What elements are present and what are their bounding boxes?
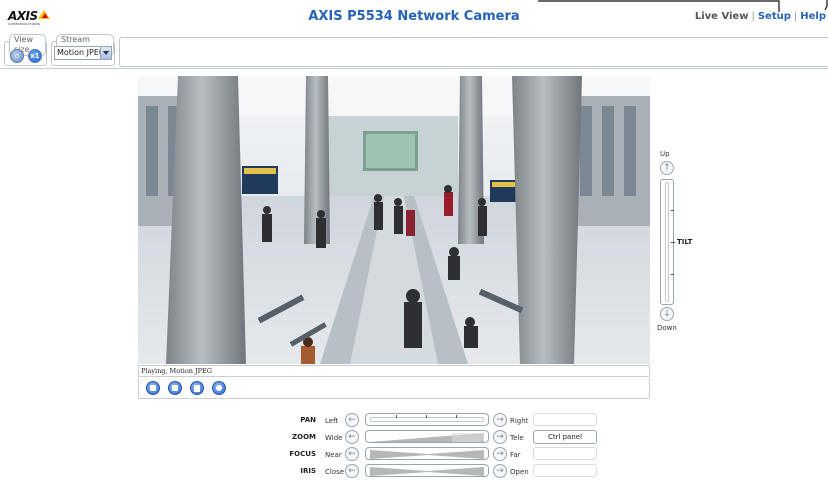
- full-size-icon: x1: [30, 52, 40, 60]
- record-button[interactable]: [190, 381, 204, 395]
- iris-close-label: Close: [325, 468, 345, 476]
- pan-tilt-icon: [216, 385, 222, 391]
- pan-slider-track: [370, 417, 484, 422]
- half-size-button[interactable]: ▫: [10, 49, 24, 63]
- focus-label: FOCUS: [289, 450, 316, 458]
- stream-profile-value: Motion JPEG: [57, 48, 106, 57]
- snapshot-button[interactable]: [168, 381, 182, 395]
- zoom-wedge-icon: [370, 433, 484, 442]
- arrow-right-icon: →: [496, 432, 504, 442]
- tilt-down-button[interactable]: ↓: [660, 307, 674, 321]
- focus-wedge-icon: [370, 450, 484, 459]
- video-controls-bar: [138, 378, 650, 399]
- pan-left-button[interactable]: ←: [345, 413, 359, 427]
- toolbar-divider: [0, 68, 828, 69]
- arrow-right-icon: →: [496, 449, 504, 459]
- focus-row: FOCUS Near ← → Far: [0, 447, 828, 462]
- zoom-tele-label: Tele: [510, 434, 524, 442]
- zoom-row: ZOOM Wide ← → Tele: [0, 430, 828, 445]
- view-size-panel: View size ▫ x1: [4, 34, 47, 66]
- zoom-slider[interactable]: [365, 430, 489, 443]
- tilt-up-button[interactable]: ↑: [660, 161, 674, 175]
- arrow-right-icon: →: [496, 415, 504, 425]
- focus-far-label: Far: [510, 451, 521, 459]
- nav-live-view[interactable]: Live View: [695, 11, 749, 22]
- camera-video-stream[interactable]: [138, 76, 650, 364]
- pan-tick: [396, 415, 397, 418]
- pan-tick: [426, 415, 427, 418]
- arrow-down-icon: ↓: [663, 309, 671, 319]
- nav-separator: |: [793, 11, 798, 22]
- focus-info-box: [533, 447, 597, 460]
- iris-close-button[interactable]: ←: [345, 464, 359, 478]
- pan-tilt-button[interactable]: [212, 381, 226, 395]
- focus-near-label: Near: [325, 451, 342, 459]
- chevron-down-icon[interactable]: [100, 47, 111, 59]
- video-status-bar: Playing, Motion JPEG: [138, 365, 650, 377]
- stop-button[interactable]: [146, 381, 160, 395]
- focus-near-button[interactable]: ←: [345, 447, 359, 461]
- pan-info-box: [533, 413, 597, 426]
- ctrl-panel-button[interactable]: Ctrl panel: [533, 430, 597, 444]
- top-navigation: Live View | Setup | Help: [695, 11, 826, 22]
- tilt-control: Up ↑ TILT ↓ Down: [656, 150, 736, 335]
- tilt-tick: [671, 274, 674, 275]
- tilt-tick: [671, 210, 674, 211]
- camera-scene-image: [138, 76, 650, 364]
- pan-left-label: Left: [325, 417, 339, 425]
- tilt-up-label: Up: [660, 150, 670, 158]
- iris-label: IRIS: [300, 467, 316, 475]
- zoom-label: ZOOM: [292, 433, 316, 441]
- iris-row: IRIS Close ← → Open: [0, 464, 828, 479]
- stream-profile-panel: Stream profile Motion JPEG: [51, 34, 115, 66]
- tilt-slider-track: [665, 182, 669, 302]
- tilt-label: TILT: [677, 238, 693, 246]
- arrow-left-icon: ←: [348, 449, 356, 459]
- iris-wedge-icon: [370, 467, 484, 476]
- arrow-right-icon: →: [496, 466, 504, 476]
- arrow-up-icon: ↑: [663, 163, 671, 173]
- iris-open-label: Open: [510, 468, 529, 476]
- pan-row: PAN Left ← → Right: [0, 413, 828, 428]
- pan-right-label: Right: [510, 417, 529, 425]
- zoom-tele-button[interactable]: →: [493, 430, 507, 444]
- pan-right-button[interactable]: →: [493, 413, 507, 427]
- iris-info-box: [533, 464, 597, 477]
- pan-slider[interactable]: [365, 413, 489, 426]
- full-size-button[interactable]: x1: [28, 49, 42, 63]
- tilt-slider[interactable]: [660, 179, 675, 305]
- snapshot-icon: [172, 385, 178, 391]
- stop-icon: [150, 385, 156, 391]
- tilt-tick: [671, 242, 675, 243]
- stream-profile-select[interactable]: Motion JPEG: [54, 46, 112, 60]
- iris-slider[interactable]: [365, 464, 489, 477]
- arrow-left-icon: ←: [348, 432, 356, 442]
- iris-open-button[interactable]: →: [493, 464, 507, 478]
- nav-separator: |: [751, 11, 755, 22]
- pan-label: PAN: [300, 416, 316, 424]
- zoom-wide-button[interactable]: ←: [345, 430, 359, 444]
- nav-help[interactable]: Help: [800, 11, 826, 22]
- record-icon: [194, 385, 200, 392]
- tilt-down-label: Down: [657, 324, 677, 332]
- focus-far-button[interactable]: →: [493, 447, 507, 461]
- nav-setup[interactable]: Setup: [758, 11, 791, 22]
- arrow-left-icon: ←: [348, 415, 356, 425]
- pan-tick: [456, 415, 457, 418]
- focus-slider[interactable]: [365, 447, 489, 460]
- half-size-icon: ▫: [14, 52, 20, 60]
- arrow-left-icon: ←: [348, 466, 356, 476]
- zoom-wide-label: Wide: [325, 434, 343, 442]
- toolbar-extra-panel: [119, 37, 828, 67]
